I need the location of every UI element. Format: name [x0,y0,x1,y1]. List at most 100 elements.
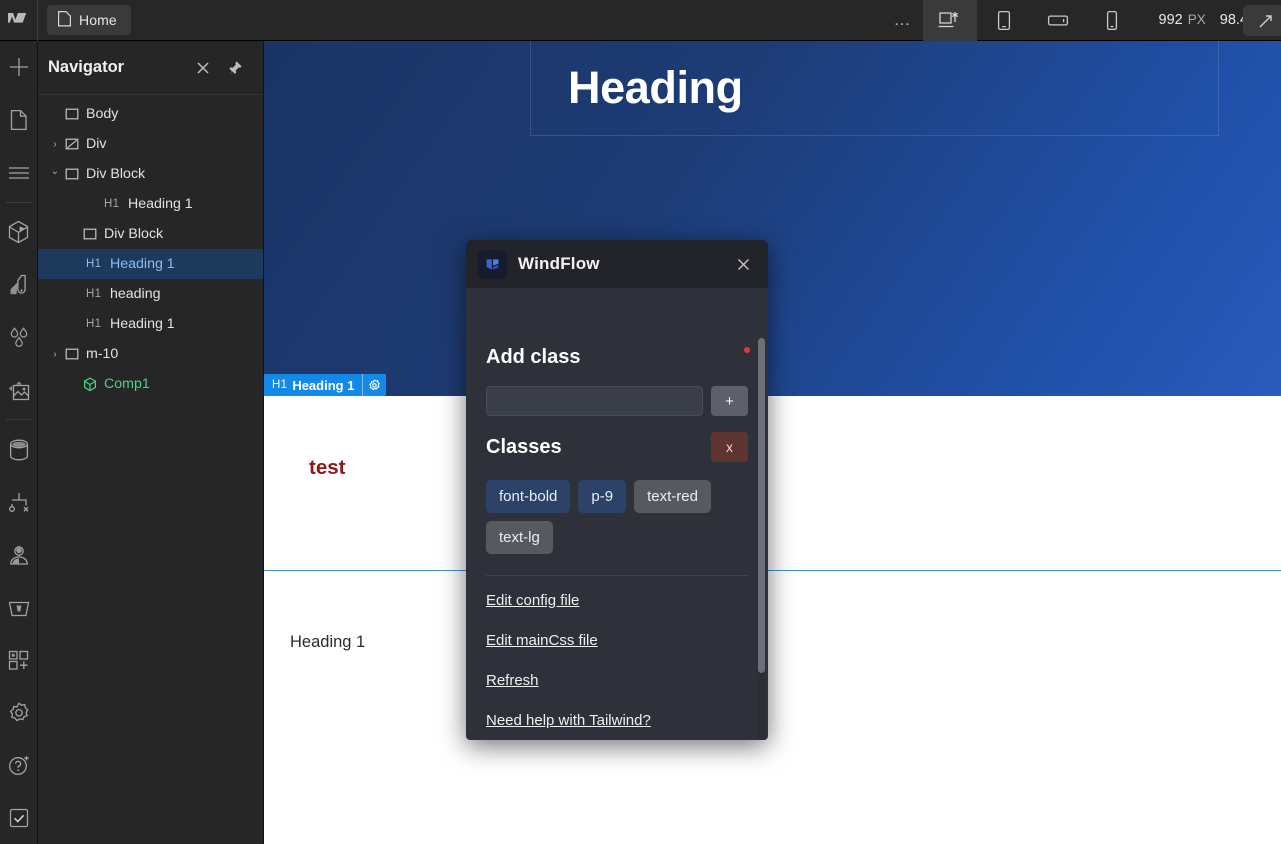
assets-image-icon[interactable] [0,364,38,417]
hero-heading-block[interactable]: Heading [530,41,1219,136]
panel-scrollbar-thumb[interactable] [758,338,765,673]
viewport-width-unit: PX [1187,12,1206,27]
box-icon [80,227,100,241]
resize-icon[interactable] [1243,5,1281,36]
hero-section[interactable]: Heading [264,41,1281,396]
droplets-icon[interactable] [0,311,38,364]
navigator-item-heading-1[interactable]: H1 Heading 1 [38,249,263,279]
settings-gear-flower-icon[interactable] [0,686,38,739]
windflow-panel[interactable]: WindFlow Add class + Classes x font-bold… [466,240,768,740]
navigator-item-label: Div Block [104,226,164,242]
rail-divider-2 [5,419,32,421]
panel-scrollbar[interactable] [758,338,765,740]
users-icon[interactable] [0,528,38,581]
breakpoint-mobile[interactable] [1085,0,1139,41]
add-class-button[interactable]: + [711,386,748,416]
navigator-layers-icon[interactable] [0,146,38,199]
navigator-item-label: Div [86,136,107,152]
style-paint-icon[interactable] [0,258,38,311]
link-need-help-with-tailwind[interactable]: Need help with Tailwind? [486,700,748,740]
top-toolbar: Home … 992 PX 98.4 % [0,0,1281,41]
clear-classes-button[interactable]: x [711,432,748,462]
add-class-title: Add class [486,346,581,368]
selected-heading-section[interactable]: H1 Heading 1 test [264,374,1281,571]
classes-row: Classes x [486,432,748,462]
link-edit-config-file[interactable]: Edit config file [486,580,748,620]
add-class-row: + [486,386,748,416]
navigator-item-label: Comp1 [104,376,150,392]
close-icon[interactable] [732,253,754,275]
navigator-tree: Body › Div ⌄ Div Block H1 Heading 1 Div Block H1… [38,95,263,399]
link-edit-maincss-file[interactable]: Edit mainCss file [486,620,748,660]
apps-plus-icon[interactable] [0,634,38,687]
logic-sitemap-icon[interactable] [0,476,38,529]
windflow-header[interactable]: WindFlow [466,240,768,288]
chevron-right-icon[interactable]: › [48,139,62,150]
components-cube-icon[interactable] [0,206,38,259]
navigator-item-comp1[interactable]: Comp1 [38,369,263,399]
windflow-title: WindFlow [518,254,600,273]
windflow-logo-icon [478,249,507,279]
box-icon [62,347,82,361]
audit-checkbox-icon[interactable] [0,791,38,844]
add-elements-icon[interactable] [0,41,38,94]
navigator-item-label: Heading 1 [110,316,175,332]
add-class-input[interactable] [486,386,703,416]
classes-title: Classes [486,435,562,458]
page-tab-label: Home [79,12,117,28]
gear-icon[interactable] [362,374,386,396]
navigator-item-heading-1[interactable]: H1 Heading 1 [38,309,263,339]
breakpoint-tablet-landscape[interactable] [1031,0,1085,41]
breakpoint-desktop[interactable] [922,0,977,41]
design-canvas[interactable]: Heading H1 Heading 1 test Heading 1 [264,41,1281,844]
ecommerce-basket-icon[interactable] [0,581,38,634]
webflow-logo-icon[interactable] [0,0,38,41]
navigator-item-label: heading [110,286,161,302]
navigator-item-m-10[interactable]: › m-10 [38,339,263,369]
element-badge[interactable]: H1 Heading 1 [264,374,387,396]
navigator-item-heading-1[interactable]: H1 Heading 1 [38,189,263,219]
class-chip-text-red[interactable]: text-red [634,480,711,513]
navigator-item-label: Heading 1 [128,196,193,212]
rail-divider [5,201,32,203]
component-icon [80,376,100,392]
cms-database-icon[interactable] [0,423,38,476]
box-icon [62,107,82,121]
element-tag: H1 [86,318,102,330]
test-heading-text[interactable]: test [309,456,345,480]
element-badge-label: Heading 1 [292,377,355,393]
class-chip-p-9[interactable]: p-9 [578,480,627,513]
navigator-item-div-block[interactable]: Div Block [38,219,263,249]
help-circle-icon[interactable] [0,739,38,792]
navigator-item-heading[interactable]: H1 heading [38,279,263,309]
class-chip-list: font-bold p-9 text-red text-lg [486,480,748,554]
class-chip-text-lg[interactable]: text-lg [486,521,553,554]
bottom-heading-text[interactable]: Heading 1 [290,633,365,652]
element-tag: H1 [86,258,102,270]
windflow-body: Add class + Classes x font-bold p-9 text-r… [466,288,768,740]
element-tag: H1 [104,198,120,210]
link-refresh[interactable]: Refresh [486,660,748,700]
breakpoint-tablet[interactable] [977,0,1031,41]
element-tag: H1 [86,288,102,300]
bottom-heading-section[interactable]: Heading 1 [264,571,1281,844]
navigator-item-div[interactable]: › Div [38,129,263,159]
webflow-designer: Home … 992 PX 98.4 % [0,0,1281,844]
viewport-width-value: 992 [1158,12,1183,28]
close-icon[interactable] [191,56,215,80]
more-options-button[interactable]: … [883,0,923,41]
navigator-item-div-block[interactable]: ⌄ Div Block [38,159,263,189]
navigator-title: Navigator [48,58,125,76]
navigator-item-label: Heading 1 [110,256,175,272]
chevron-down-icon[interactable]: ⌄ [48,166,62,177]
left-icon-rail [0,41,38,844]
class-chip-font-bold[interactable]: font-bold [486,480,571,513]
page-tab-home[interactable]: Home [47,5,131,35]
hero-heading-text: Heading [568,62,743,113]
box-icon [62,167,82,181]
chevron-right-icon[interactable]: › [48,349,62,360]
pin-icon[interactable] [223,56,247,80]
device-breakpoints [922,0,1139,41]
pages-page-icon[interactable] [0,94,38,147]
navigator-item-body[interactable]: Body [38,99,263,129]
